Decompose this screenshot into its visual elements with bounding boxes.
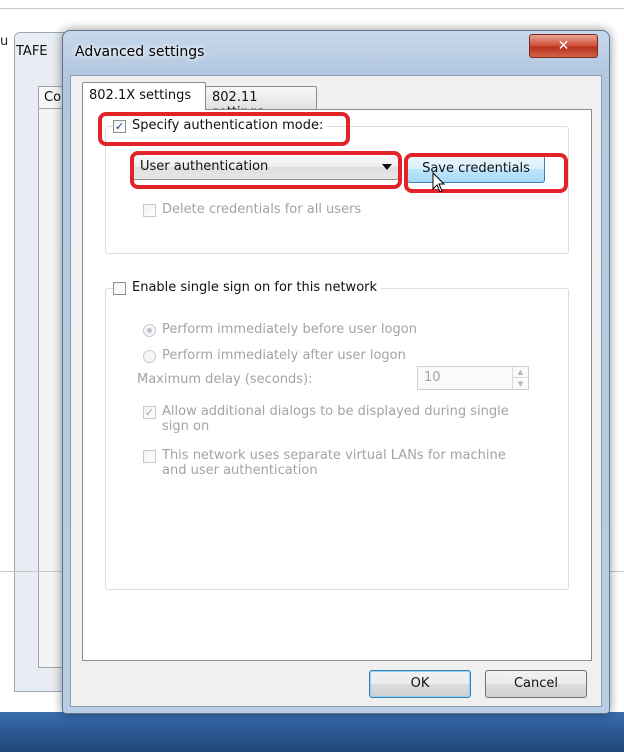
allow-dialogs-checkbox[interactable]: ✓ Allow additional dialogs to be display… — [143, 404, 523, 434]
radio-unselected-icon — [143, 350, 156, 363]
max-delay-value: 10 — [424, 370, 441, 385]
close-button[interactable]: ✕ — [529, 34, 598, 58]
enable-sso-label: Enable single sign on for this network — [132, 280, 378, 295]
after-logon-label: Perform immediately after user logon — [162, 348, 406, 363]
separate-vlans-checkbox[interactable]: This network uses separate virtual LANs … — [143, 448, 523, 478]
spin-down-icon[interactable]: ▼ — [513, 378, 528, 389]
mouse-pointer-icon — [432, 172, 446, 193]
dialog-client-area: 802.1X settings 802.11 settings ✓ Specif… — [70, 75, 602, 707]
specify-auth-mode-checkbox[interactable]: ✓ Specify authentication mode: — [113, 118, 328, 133]
after-logon-radio[interactable]: Perform immediately after user logon — [143, 348, 410, 363]
before-logon-label: Perform immediately before user logon — [162, 322, 417, 337]
cancel-button[interactable]: Cancel — [485, 670, 587, 698]
background-edge-text: u — [0, 34, 9, 49]
delete-credentials-label: Delete credentials for all users — [162, 202, 362, 217]
max-delay-spinner[interactable]: 10 ▲ ▼ — [417, 366, 529, 390]
tab-802-11-settings[interactable]: 802.11 settings — [205, 86, 317, 120]
checkbox-unchecked-icon — [113, 282, 126, 295]
save-credentials-button[interactable]: Save credentials — [407, 155, 545, 183]
allow-dialogs-label: Allow additional dialogs to be displayed… — [162, 404, 509, 434]
dialog-title: Advanced settings — [75, 44, 205, 60]
checkbox-unchecked-icon — [143, 204, 156, 217]
separate-vlans-label: This network uses separate virtual LANs … — [162, 448, 506, 478]
taskbar — [0, 712, 624, 752]
authentication-mode-value: User authentication — [140, 159, 269, 174]
spinner-buttons: ▲ ▼ — [512, 367, 528, 389]
tab-802-1x-settings[interactable]: 802.1X settings — [82, 82, 206, 110]
max-delay-label: Maximum delay (seconds): — [137, 372, 313, 387]
authentication-mode-select[interactable]: User authentication — [131, 154, 399, 180]
dropdown-arrow-icon — [382, 164, 392, 170]
authentication-group — [105, 126, 569, 254]
ok-button[interactable]: OK — [369, 670, 471, 698]
before-logon-radio[interactable]: Perform immediately before user logon — [143, 322, 421, 337]
tab-panel-802-1x: ✓ Specify authentication mode: User auth… — [82, 109, 592, 661]
checkbox-unchecked-icon — [143, 450, 156, 463]
close-icon: ✕ — [557, 38, 570, 54]
advanced-settings-dialog: Advanced settings ✕ 802.1X settings 802.… — [62, 30, 610, 714]
specify-auth-mode-label: Specify authentication mode: — [132, 118, 324, 133]
enable-sso-checkbox[interactable]: Enable single sign on for this network — [113, 280, 382, 295]
checkbox-checked-icon: ✓ — [113, 120, 126, 133]
delete-credentials-checkbox[interactable]: Delete credentials for all users — [143, 202, 366, 217]
background-window-title: TAFE — [16, 44, 48, 59]
spin-up-icon[interactable]: ▲ — [513, 367, 528, 378]
radio-selected-icon — [143, 324, 156, 337]
checkbox-checked-icon: ✓ — [143, 406, 156, 419]
background-divider-top — [0, 8, 624, 9]
